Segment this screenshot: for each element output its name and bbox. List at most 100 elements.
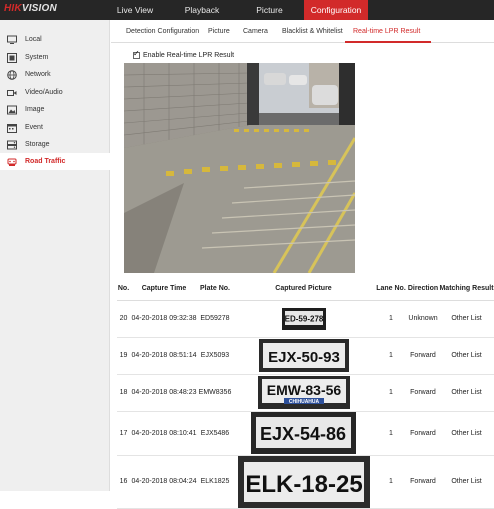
plate-image-text: ELK-18-25 — [245, 471, 362, 498]
table-header-row: No. Capture Time Plate No. Captured Pict… — [117, 278, 494, 301]
col-header-captured-picture: Captured Picture — [232, 278, 375, 301]
tab-camera[interactable]: Camera — [243, 28, 268, 35]
table-row[interactable]: 17 04-20-2018 08:10:41 EJX5486 EJX-54-86… — [117, 411, 494, 456]
plate-image-subtext: CHIHUAHUA — [288, 399, 319, 405]
sidebar-item-road-traffic[interactable]: Road Traffic — [0, 153, 110, 170]
cell-no: 17 — [117, 411, 130, 456]
cell-plate-no: ELK1825 — [198, 455, 232, 509]
cell-capture-time: 04-20-2018 08:51:14 — [130, 337, 198, 375]
col-header-direction: Direction — [407, 278, 439, 301]
cell-matching-result: Other List — [439, 455, 494, 509]
monitor-icon — [7, 35, 17, 45]
sidebar-item-label: Road Traffic — [25, 158, 66, 165]
plate-image-text: EJX-50-93 — [268, 349, 340, 366]
sidebar-item-label: Storage — [25, 141, 50, 148]
nav-picture[interactable]: Picture — [242, 0, 297, 20]
sidebar-item-event[interactable]: Event — [0, 119, 110, 136]
plate-image: EMW-83-56 CHIHUAHUA — [257, 376, 350, 409]
col-header-matching-result: Matching Result — [439, 278, 494, 301]
top-bar: HIKVISION Live View Playback Picture Con… — [0, 0, 494, 20]
plate-image: ELK-18-25 — [237, 455, 370, 508]
col-header-capture-time: Capture Time — [130, 278, 198, 301]
traffic-icon — [7, 157, 17, 167]
table-row[interactable]: 16 04-20-2018 08:04:24 ELK1825 ELK-18-25… — [117, 455, 494, 509]
cell-captured-picture: EJX-54-86 — [232, 411, 375, 456]
sidebar-item-video-audio[interactable]: Video/Audio — [0, 84, 110, 101]
brand-logo: HIKVISION — [4, 3, 57, 14]
tab-detection-configuration[interactable]: Detection Configuration — [126, 28, 199, 35]
cell-lane-no: 1 — [375, 455, 407, 509]
cell-captured-picture: EJX-50-93 — [232, 337, 375, 375]
tab-blacklist-whitelist[interactable]: Blacklist & Whitelist — [282, 28, 343, 35]
cell-matching-result: Other List — [439, 374, 494, 412]
cell-capture-time: 04-20-2018 08:04:24 — [130, 455, 198, 509]
active-tab-indicator — [345, 41, 431, 43]
video-icon — [7, 88, 17, 98]
sidebar-item-label: Local — [25, 36, 42, 43]
cell-direction: Forward — [407, 374, 439, 412]
cell-matching-result: Other List — [439, 300, 494, 338]
live-scene-image — [124, 63, 355, 273]
enable-lpr-label: Enable Real-time LPR Result — [143, 52, 235, 59]
cell-lane-no: 1 — [375, 337, 407, 375]
nav-live-view[interactable]: Live View — [110, 0, 160, 20]
cell-lane-no: 1 — [375, 300, 407, 338]
cell-no: 16 — [117, 455, 130, 509]
cell-direction: Forward — [407, 455, 439, 509]
cell-plate-no: ED59278 — [198, 300, 232, 338]
calendar-icon — [7, 123, 17, 133]
plate-image: ED-59-278 — [281, 307, 326, 330]
sidebar-item-storage[interactable]: Storage — [0, 136, 110, 153]
cell-no: 19 — [117, 337, 130, 375]
cell-capture-time: 04-20-2018 08:48:23 — [130, 374, 198, 412]
cell-captured-picture: ELK-18-25 — [232, 455, 375, 509]
cell-matching-result: Other List — [439, 411, 494, 456]
sidebar-item-system[interactable]: System — [0, 49, 110, 66]
cell-lane-no: 1 — [375, 374, 407, 412]
sidebar-item-label: Video/Audio — [25, 89, 63, 96]
cell-capture-time: 04-20-2018 08:10:41 — [130, 411, 198, 456]
main-content: Detection Configuration Picture Camera B… — [111, 20, 494, 509]
enable-lpr-option: Enable Real-time LPR Result — [133, 49, 235, 59]
storage-icon — [7, 140, 17, 150]
cell-plate-no: EJX5093 — [198, 337, 232, 375]
enable-lpr-checkbox[interactable] — [133, 49, 140, 59]
system-icon — [7, 52, 17, 63]
nav-configuration[interactable]: Configuration — [304, 0, 368, 20]
cell-plate-no: EJX5486 — [198, 411, 232, 456]
table-row[interactable]: 18 04-20-2018 08:48:23 EMW8356 EMW-83-56… — [117, 374, 494, 412]
sidebar-item-label: System — [25, 54, 49, 61]
tab-real-time-lpr-result[interactable]: Real-time LPR Result — [353, 28, 420, 35]
sidebar-item-network[interactable]: Network — [0, 66, 110, 83]
cell-direction: Forward — [407, 337, 439, 375]
globe-icon — [7, 69, 17, 80]
col-header-lane-no: Lane No. — [375, 278, 407, 301]
cell-matching-result: Other List — [439, 337, 494, 375]
nav-playback[interactable]: Playback — [172, 0, 232, 20]
col-header-plate-no: Plate No. — [198, 278, 232, 301]
sidebar-item-image[interactable]: Image — [0, 101, 110, 118]
plate-image: EJX-54-86 — [251, 412, 356, 454]
image-icon — [7, 105, 17, 115]
sidebar-item-label: Event — [25, 124, 43, 131]
cell-direction: Forward — [407, 411, 439, 456]
cell-lane-no: 1 — [375, 411, 407, 456]
sidebar-item-local[interactable]: Local — [0, 31, 110, 48]
table-row[interactable]: 20 04-20-2018 09:32:38 ED59278 ED-59-278… — [117, 300, 494, 338]
tab-picture[interactable]: Picture — [208, 28, 230, 35]
tab-bar: Detection Configuration Picture Camera B… — [111, 24, 494, 43]
cell-no: 18 — [117, 374, 130, 412]
cell-direction: Unknown — [407, 300, 439, 338]
cell-plate-no: EMW8356 — [198, 374, 232, 412]
col-header-no: No. — [117, 278, 130, 301]
sidebar-item-label: Image — [25, 106, 45, 113]
cell-no: 20 — [117, 300, 130, 338]
cell-capture-time: 04-20-2018 09:32:38 — [130, 300, 198, 338]
plate-image-text: EMW-83-56 — [266, 382, 341, 398]
sidebar-item-label: Network — [25, 71, 51, 78]
plate-image: EJX-50-93 — [258, 339, 349, 372]
table-row[interactable]: 19 04-20-2018 08:51:14 EJX5093 EJX-50-93… — [117, 337, 494, 375]
lpr-result-table: No. Capture Time Plate No. Captured Pict… — [117, 278, 494, 509]
plate-image-text: ED-59-278 — [284, 314, 323, 323]
sidebar: Local System Network Video/Audio Image E… — [0, 20, 110, 491]
